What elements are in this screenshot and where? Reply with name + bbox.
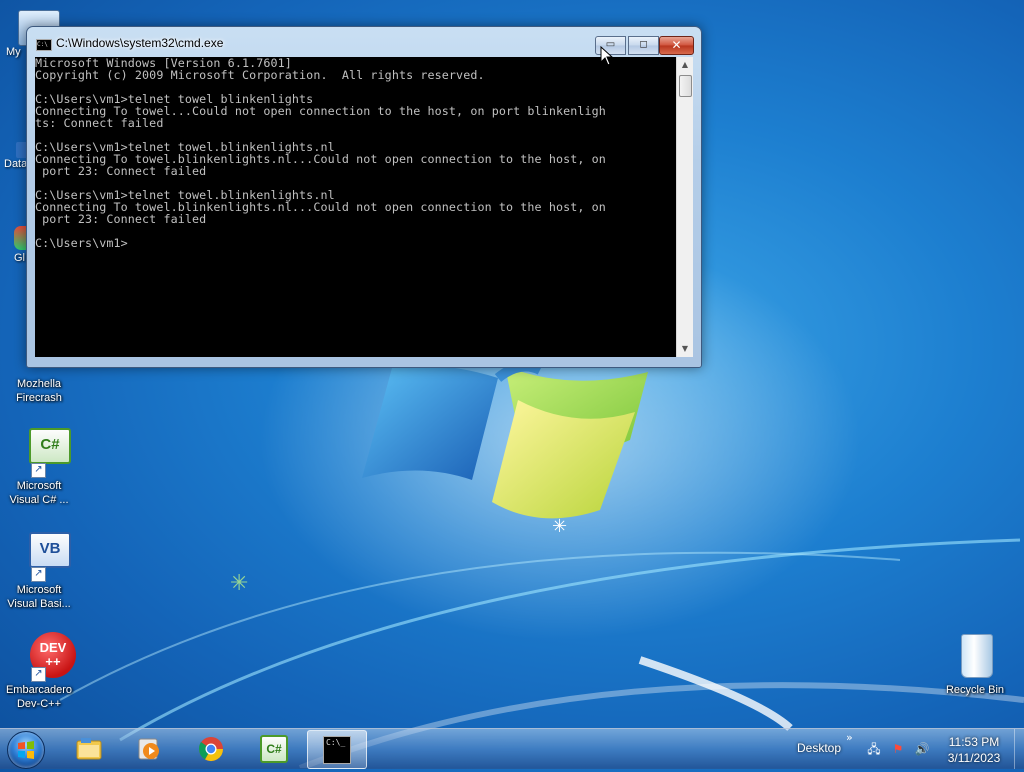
console-line: port 23: Connect failed [35,212,207,226]
desktop-icon-devcpp[interactable]: DEV ++ ↗ Embarcadero Dev-C++ [0,632,78,711]
taskbar-media-player[interactable] [120,730,178,767]
desktop-icon-label: Mozhella Firecrash [16,378,62,404]
console-area[interactable]: Microsoft Windows [Version 6.1.7601] Cop… [35,57,693,357]
scroll-thumb[interactable] [679,75,692,97]
shortcut-arrow-icon: ↗ [31,463,46,478]
taskbar-cmd[interactable]: C:\_ [307,730,367,769]
scroll-up-arrow-icon[interactable]: ▲ [677,57,693,73]
clock[interactable]: 11:53 PM 3/11/2023 [936,734,1012,766]
desktop-icon-label: Gl [14,252,25,264]
taskbar-windows-explorer[interactable] [60,730,118,767]
cmd-window[interactable]: C:\ C:\Windows\system32\cmd.exe ▭ ◻ ✕ Mi… [26,26,702,368]
desktop-icon-label: Microsoft Visual C# ... [9,480,69,506]
show-desktop-button[interactable] [1014,729,1024,769]
desktop-toolbar-label[interactable]: Desktop [797,741,841,755]
mouse-pointer-icon [600,46,614,66]
taskbar-visual-csharp[interactable]: C# [245,730,303,767]
folder-icon [76,738,102,760]
visual-csharp-icon: C# [260,735,288,763]
desktop-icon-label: Microsoft Visual Basi... [7,584,71,610]
maximize-button[interactable]: ◻ [628,36,659,55]
desktop-icon-label: Recycle Bin [945,684,1005,696]
devcpp-icon-text: DEV [39,640,67,655]
cmd-app-icon[interactable]: C:\ [36,39,52,51]
close-button[interactable]: ✕ [659,36,694,55]
clock-date: 3/11/2023 [947,751,1001,765]
network-icon[interactable]: 🖧 [866,741,882,757]
visual-csharp-icon: C# [29,428,71,464]
desktop-icon-recycle-bin[interactable]: Recycle Bin [936,632,1014,697]
chrome-icon [198,737,223,762]
cmd-icon: C:\_ [323,736,351,764]
desktop-icon-visual-csharp[interactable]: C# ↗ Microsoft Visual C# ... [0,428,78,507]
visual-basic-icon: VB [29,532,71,568]
shortcut-arrow-icon: ↗ [31,567,46,582]
desktop-icon-visual-basic[interactable]: VB ↗ Microsoft Visual Basi... [0,532,78,611]
media-player-icon [138,738,159,760]
clock-time: 11:53 PM [948,735,1000,749]
window-title: C:\Windows\system32\cmd.exe [56,36,224,50]
volume-icon[interactable]: 🔊 [914,741,930,757]
taskbar-chrome[interactable] [182,730,240,767]
action-center-flag-icon[interactable]: ⚑ [890,741,906,757]
toolbar-chevron-icon[interactable]: » [846,731,853,744]
start-button[interactable] [7,731,45,769]
desktop-icon-label: Embarcadero Dev-C++ [5,684,73,710]
vertical-scrollbar[interactable]: ▲ ▼ [676,57,693,357]
console-line: Copyright (c) 2009 Microsoft Corporation… [35,68,485,82]
console-line: port 23: Connect failed [35,164,207,178]
svg-text:✳: ✳ [552,516,567,537]
desktop-icon-label: Data [4,158,28,170]
console-output[interactable]: Microsoft Windows [Version 6.1.7601] Cop… [35,57,675,357]
windows-logo-icon [18,741,34,759]
scroll-down-arrow-icon[interactable]: ▼ [677,341,693,357]
shortcut-arrow-icon: ↗ [31,667,46,682]
taskbar: C# C:\_ Desktop » 🖧 ⚑ 🔊 11:53 PM 3/11/20… [0,728,1024,769]
svg-text:✳: ✳ [230,571,248,596]
desktop-icon-label: My [6,46,21,58]
recycle-bin-icon [961,634,993,678]
console-prompt: C:\Users\vm1> [35,236,128,250]
console-line: ts: Connect failed [35,116,164,130]
